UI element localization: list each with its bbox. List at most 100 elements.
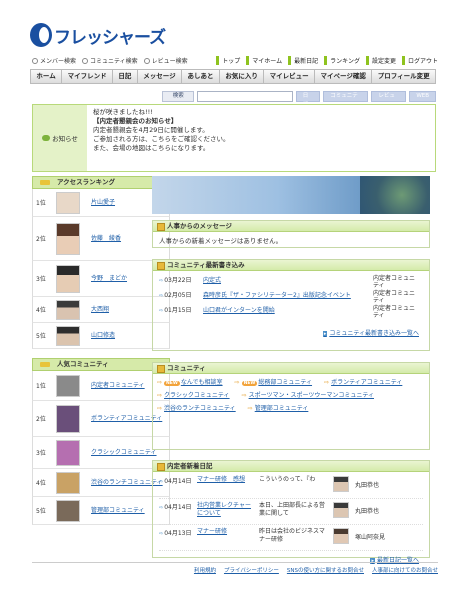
logo-text: フレッシャーズ [54, 27, 166, 48]
community-posts-box: コミュニティ最新書き込み 03月22日 内定式 内定者コミュニティ 02月05日… [152, 259, 430, 351]
global-nav: ホーム マイフレンド 日記 メッセージ あしあと お気に入り マイレビュー マイ… [30, 69, 436, 84]
diary-title-link[interactable]: マナー研修 感想 [197, 476, 255, 484]
search-icon [143, 57, 150, 64]
nav-profile-edit[interactable]: プロフィール変更 [372, 70, 435, 83]
community-rank-row[interactable]: 4位 渋谷のランチコミュニティ [32, 469, 170, 497]
post-community: 内定者コミュニティ [373, 275, 416, 289]
community-posts-more-link[interactable]: コミュニティ最新書き込み一覧へ [159, 328, 423, 337]
diary-title-link[interactable]: 社内営業レクチャーについて [197, 502, 255, 518]
avatar [333, 476, 349, 492]
community-link[interactable]: ボランティアコミュニティ [324, 377, 402, 386]
ranking-row[interactable]: 1位 片山愛子 [32, 189, 170, 217]
avatar [333, 502, 349, 518]
post-title-link[interactable]: 内定式 [203, 275, 373, 284]
community-name-link[interactable]: 管理部コミュニティ [83, 507, 163, 515]
post-title-link[interactable]: 森時彦氏『ザ・ファシリテーター2』出版記念イベント [203, 290, 373, 299]
ranking-row[interactable]: 2位 佐藤 綾香 [32, 217, 170, 261]
ranking-row[interactable]: 4位 大西翔 [32, 297, 170, 323]
member-search-link[interactable]: メンバー検索 [32, 56, 76, 65]
community-name-link[interactable]: 渋谷のランチコミュニティ [83, 479, 163, 487]
nav-my-reviews[interactable]: マイレビュー [264, 70, 316, 83]
community-link[interactable]: 管理部コミュニティ [248, 403, 309, 412]
new-badge: NEW [241, 381, 258, 386]
nav-mypage-check[interactable]: マイページ確認 [315, 70, 373, 83]
review-search-link[interactable]: レビュー検索 [143, 56, 188, 65]
footer-link-privacy[interactable]: プライバシーポリシー [224, 566, 279, 574]
search-tab-community[interactable]: コミュニティ [323, 90, 369, 108]
post-row[interactable]: 02月05日 森時彦氏『ザ・ファシリテーター2』出版記念イベント 内定者コミュニ… [159, 290, 423, 305]
post-row[interactable]: 01月15日 山口君がインターンを開始 内定者コミュニティ [159, 305, 423, 320]
post-community: 内定者コミュニティ [373, 305, 416, 319]
search-input[interactable] [197, 90, 293, 102]
logo[interactable]: フレッシャーズ [30, 20, 166, 50]
diary-row[interactable]: 04月13日 マナー研修 昨日は会社のビジネスマナー研修 塚山阿奈見 [159, 525, 423, 551]
community-name-link[interactable]: ボランティアコミュニティ [83, 415, 163, 423]
member-name-link[interactable]: 山口修造 [83, 332, 163, 340]
footer-link-hr-contact[interactable]: 人事部に向けてのお問合せ [372, 566, 438, 574]
ranking-row[interactable]: 3位 今野 まどか [32, 261, 170, 297]
search-tab-diary[interactable]: 日記 [295, 90, 321, 108]
community-rank-row[interactable]: 1位 内定者コミュニティ [32, 371, 170, 401]
community-link[interactable]: 渋谷のランチコミュニティ [157, 403, 236, 412]
diary-title-link[interactable]: マナー研修 [197, 528, 255, 536]
notice-label: お知らせ [52, 135, 78, 143]
top-link-ranking[interactable]: ランキング [324, 56, 360, 65]
rank-number: 1位 [36, 200, 46, 207]
avatar [53, 297, 83, 322]
post-title-link[interactable]: 山口君がインターンを開始 [203, 305, 373, 314]
nav-diary[interactable]: 日記 [113, 70, 138, 83]
community-name-link[interactable]: 内定者コミュニティ [83, 382, 163, 390]
member-name-link[interactable]: 片山愛子 [83, 199, 163, 207]
community-link[interactable]: スポーツマン・スポーツウーマンコミュニティ [242, 390, 374, 399]
search-tab-review[interactable]: レビュー [371, 90, 407, 108]
community-search-link[interactable]: コミュニティ検索 [82, 56, 138, 65]
top-link-logout[interactable]: ログアウト [401, 56, 438, 65]
community-link[interactable]: NEWなんでも相談室 [157, 377, 223, 386]
diary-row[interactable]: 04月14日 社内営業レクチャーについて 本日、上田部長による営業に関して 丸田… [159, 499, 423, 525]
nav-messages[interactable]: メッセージ [138, 70, 183, 83]
top-link-myhome[interactable]: マイホーム [246, 56, 282, 65]
diary-row[interactable]: 04月14日 マナー研修 感想 こういうのって、『わ 丸田恭也 [159, 473, 423, 499]
nav-home[interactable]: ホーム [31, 70, 63, 83]
top-link-settings[interactable]: 設定変更 [365, 56, 396, 65]
member-name-link[interactable]: 大西翔 [83, 306, 163, 314]
speech-bubble-icon [42, 135, 51, 141]
member-name-link[interactable]: 今野 まどか [83, 275, 163, 283]
top-link-latest-diary[interactable]: 最新日記 [288, 56, 318, 65]
rank-number: 5位 [36, 333, 46, 340]
ranking-row[interactable]: 5位 山口修造 [32, 323, 170, 349]
popular-community-header: 人気コミュニティ [32, 358, 170, 371]
nav-favorites[interactable]: お気に入り [220, 70, 265, 83]
community-rank-row[interactable]: 2位 ボランティアコミュニティ [32, 401, 170, 437]
post-row[interactable]: 03月22日 内定式 内定者コミュニティ [159, 275, 423, 290]
nav-footprints[interactable]: あしあと [182, 70, 220, 83]
footer-link-terms[interactable]: 利用規約 [194, 566, 216, 574]
top-link-top[interactable]: トップ [216, 56, 240, 65]
community-rank-row[interactable]: 5位 管理部コミュニティ [32, 497, 170, 525]
post-date: 03月22日 [159, 275, 203, 284]
avatar [53, 323, 83, 348]
notice-line: 内定者懇親会を4月29日に開催します。 [93, 126, 209, 134]
diary-date: 04月14日 [159, 476, 197, 485]
new-diary-box: 内定者新着日記 04月14日 マナー研修 感想 こういうのって、『わ 丸田恭也 … [152, 460, 430, 564]
search-tab-web[interactable]: WEB [409, 90, 436, 102]
search-icon [32, 57, 38, 64]
nav-my-friends[interactable]: マイフレンド [62, 70, 113, 83]
member-name-link[interactable]: 佐藤 綾香 [83, 235, 163, 243]
diary-date: 04月13日 [159, 528, 197, 537]
community-name-link[interactable]: クラシックコミュニティ [83, 449, 163, 457]
search-bar: 検索 日記 コミュニティ レビュー WEB [162, 90, 436, 108]
footer-link-sns-contact[interactable]: SNSの使い方に関するお問合せ [287, 566, 364, 574]
rank-number: 2位 [36, 416, 46, 423]
community-rank-row[interactable]: 3位 クラシックコミュニティ [32, 437, 170, 469]
hr-message-box: 人事からのメッセージ 人事からの新着メッセージはありません。 [152, 220, 430, 248]
logo-mark-icon [30, 23, 52, 47]
community-link[interactable]: NEW総務部コミュニティ [235, 377, 312, 386]
rank-number: 3位 [36, 276, 46, 283]
diary-author: 塚山阿奈見 [355, 534, 386, 541]
community-thumbnail [53, 497, 83, 524]
new-diary-header: 内定者新着日記 [153, 461, 429, 472]
notice-heading: 【内定者懇親会のお知らせ】 [93, 117, 178, 125]
notice-body: 桜が咲きましたね!!! 【内定者懇親会のお知らせ】 内定者懇親会を4月29日に開… [93, 108, 230, 153]
community-link[interactable]: クラシックコミュニティ [157, 390, 230, 399]
